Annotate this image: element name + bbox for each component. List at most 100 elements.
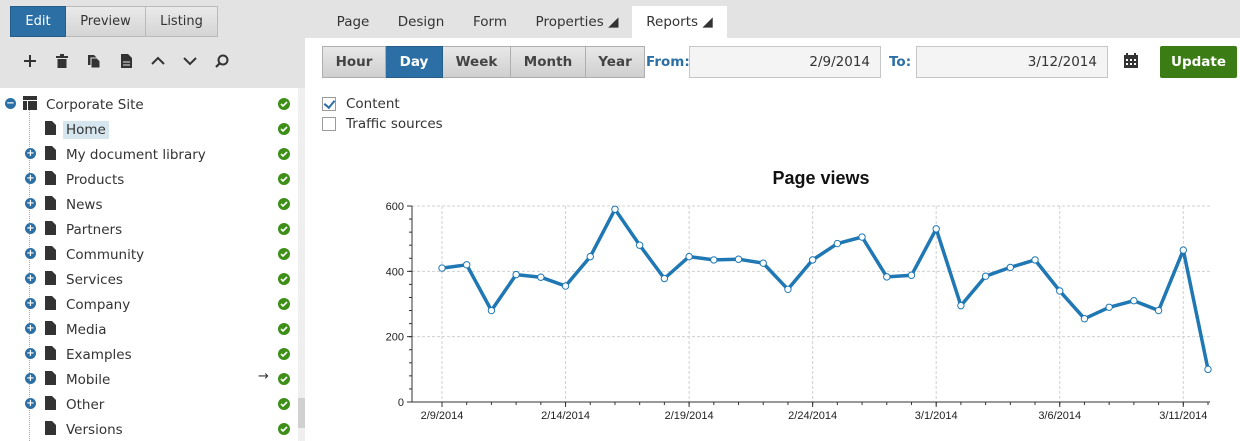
tree-item[interactable]: + Other (0, 392, 298, 417)
tree-item[interactable]: + News (0, 192, 298, 217)
expand-icon[interactable]: + (25, 298, 36, 309)
data-point (883, 273, 891, 281)
data-point (512, 270, 520, 279)
data-point (1031, 256, 1039, 264)
published-check-icon (278, 173, 290, 185)
published-check-icon (278, 223, 290, 235)
expand-icon[interactable]: + (25, 198, 36, 209)
data-point (759, 259, 767, 267)
expand-icon[interactable]: + (25, 273, 36, 284)
period-year-button[interactable]: Year (586, 46, 645, 78)
expand-icon[interactable]: + (25, 398, 36, 409)
page-icon (45, 146, 56, 164)
tree-item[interactable]: + Products (0, 167, 298, 192)
document-icon[interactable] (110, 50, 142, 72)
tab-reports[interactable]: Reports ◢ (632, 6, 727, 38)
tab-form[interactable]: Form (461, 6, 519, 38)
tree-item[interactable]: + Partners (0, 217, 298, 242)
period-month-button[interactable]: Month (511, 46, 586, 78)
data-point (611, 205, 619, 213)
tree-item[interactable]: + Community (0, 242, 298, 267)
search-icon[interactable] (206, 50, 238, 72)
mode-tab-preview[interactable]: Preview (66, 6, 146, 37)
tree-item[interactable]: + Media (0, 317, 298, 342)
data-point (537, 273, 545, 281)
period-week-button[interactable]: Week (443, 46, 511, 78)
main-pane: Page Design Form Properties ◢ Reports ◢ … (305, 0, 1240, 441)
traffic-checkbox-row[interactable]: Traffic sources (322, 115, 443, 133)
data-point (981, 272, 990, 280)
published-check-icon (278, 348, 290, 360)
data-point (833, 239, 842, 248)
data-point (1154, 306, 1163, 315)
tree-item[interactable]: Home (0, 117, 298, 142)
data-point (1056, 287, 1064, 295)
expand-icon[interactable]: + (25, 323, 36, 334)
period-hour-button[interactable]: Hour (322, 46, 386, 78)
published-check-icon (278, 323, 290, 335)
data-point (685, 252, 693, 261)
tree-item-label: Other (66, 397, 105, 413)
tree-toolbar (14, 50, 238, 72)
data-point (858, 233, 866, 241)
content-checkbox[interactable] (322, 97, 336, 111)
from-date-input[interactable]: 2/9/2014 (689, 46, 881, 78)
tree-item-label: Versions (66, 422, 123, 438)
expand-icon[interactable]: + (25, 373, 36, 384)
y-tick-label: 600 (386, 201, 404, 213)
calendar-icon[interactable] (1124, 53, 1138, 72)
data-point (438, 264, 446, 272)
chevron-up-icon[interactable] (142, 50, 174, 72)
tree-item-label: Media (66, 322, 107, 338)
page-icon (45, 246, 56, 264)
page-icon (45, 296, 56, 314)
mode-tab-edit[interactable]: Edit (10, 6, 66, 37)
data-point (660, 274, 669, 283)
site-icon (23, 96, 37, 114)
tree-item[interactable]: + Mobile → (0, 367, 298, 392)
scrollbar-thumb[interactable] (298, 398, 305, 428)
update-button[interactable]: Update (1160, 46, 1237, 78)
page-icon (45, 396, 56, 414)
mode-tab-listing[interactable]: Listing (146, 6, 218, 37)
tree-item[interactable]: + Company (0, 292, 298, 317)
expand-icon[interactable]: + (25, 173, 36, 184)
published-check-icon (278, 98, 290, 110)
x-tick-label: 2/14/2014 (541, 410, 590, 422)
expand-icon[interactable]: + (25, 248, 36, 259)
traffic-sources-checkbox[interactable] (322, 117, 336, 131)
content-tree: − Corporate Site Home + My document librar… (0, 92, 298, 441)
tree-item[interactable]: Versions (0, 417, 298, 441)
chevron-down-icon[interactable] (174, 50, 206, 72)
delete-icon[interactable] (46, 50, 78, 72)
content-checkbox-row[interactable]: Content (322, 95, 400, 113)
x-tick-label: 2/19/2014 (665, 410, 714, 422)
to-label: To: (889, 54, 912, 70)
tree-root[interactable]: − Corporate Site (0, 92, 298, 117)
data-point (784, 285, 792, 294)
expand-icon[interactable]: + (25, 348, 36, 359)
to-date-input[interactable]: 3/12/2014 (916, 46, 1108, 78)
tree-item-label: Examples (66, 347, 132, 363)
published-check-icon (278, 198, 290, 210)
expand-icon[interactable]: + (25, 223, 36, 234)
add-icon[interactable] (14, 50, 46, 72)
tab-design[interactable]: Design (387, 6, 455, 38)
expand-icon[interactable]: + (25, 148, 36, 159)
data-point (1130, 297, 1138, 305)
collapse-icon[interactable]: − (5, 98, 16, 109)
tab-properties[interactable]: Properties ◢ (527, 6, 627, 38)
published-check-icon (278, 248, 290, 260)
period-day-button[interactable]: Day (386, 46, 443, 78)
published-check-icon (278, 423, 290, 435)
page-icon (45, 346, 56, 364)
data-point (932, 225, 940, 233)
period-selector: Hour Day Week Month Year (322, 46, 645, 78)
page-nav-tabs: Page Design Form Properties ◢ Reports ◢ (305, 0, 1240, 38)
tree-item[interactable]: + Services (0, 267, 298, 292)
tab-page[interactable]: Page (323, 6, 383, 38)
copy-icon[interactable] (78, 50, 110, 72)
tree-scrollbar[interactable] (298, 88, 305, 441)
tree-item[interactable]: + Examples (0, 342, 298, 367)
tree-item[interactable]: + My document library (0, 142, 298, 167)
